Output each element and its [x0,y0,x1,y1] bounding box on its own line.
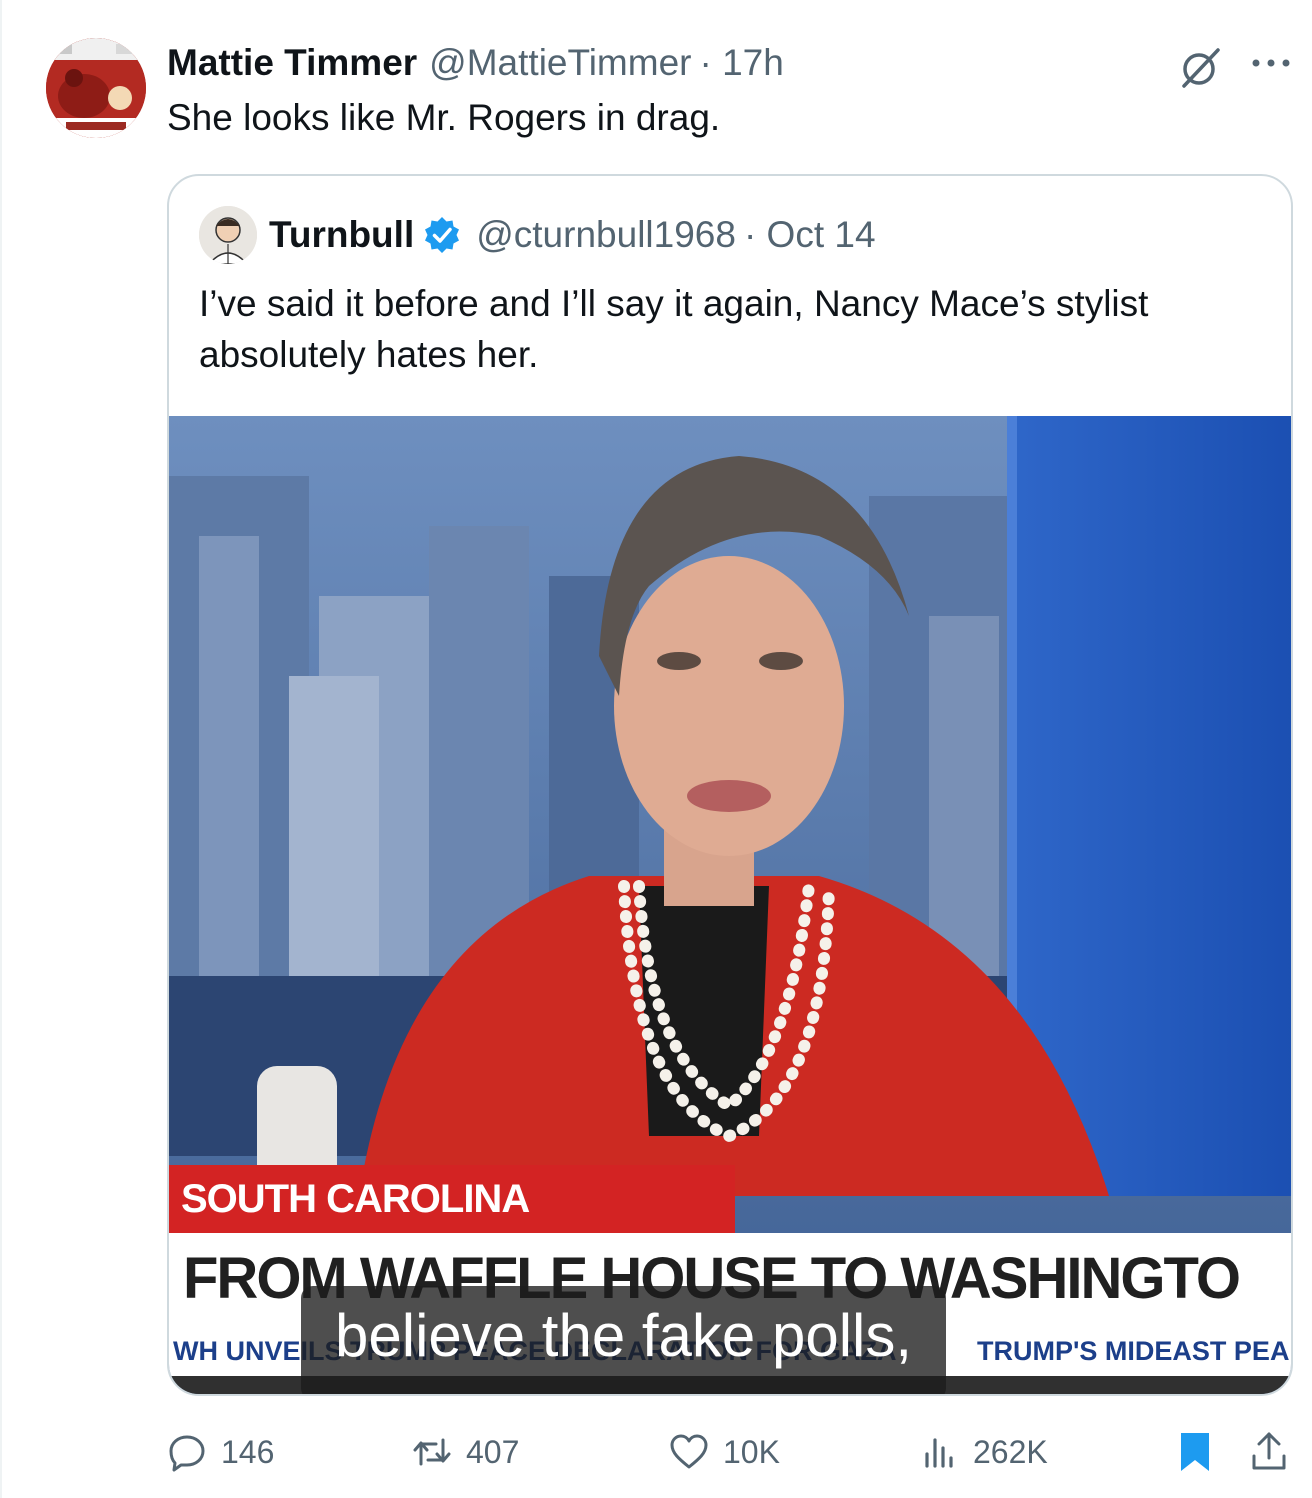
bookmark-button[interactable] [1175,1424,1215,1480]
quoted-tweet-text: I’ve said it before and I’ll say it agai… [199,283,1149,375]
author-avatar[interactable] [46,38,146,138]
grok-icon[interactable] [1178,44,1224,90]
quoted-author-handle[interactable]: @cturnbull1968 [476,214,736,256]
like-button[interactable]: 10K [669,1424,780,1480]
quoted-tweet-header: Turnbull @cturnbull1968 · Oct 14 [269,212,876,258]
views-button[interactable]: 262K [919,1424,1048,1480]
tweet-time[interactable]: · 17h [699,42,783,84]
author-handle[interactable]: @MattieTimmer [429,42,691,84]
tweet-actions: 146 407 10K 262K [167,1424,1307,1480]
reply-button[interactable]: 146 [167,1424,274,1480]
views-count: 262K [973,1433,1048,1470]
tweet-container: Mattie Timmer @MattieTimmer · 17h She lo… [0,0,1312,1498]
tweet-header: Mattie Timmer @MattieTimmer · 17h [167,40,784,86]
like-icon [670,1434,708,1469]
repost-count: 407 [466,1433,520,1470]
quoted-tweet-date[interactable]: · Oct 14 [744,214,876,256]
video-caption: believe the fake polls, [301,1286,947,1394]
views-icon [925,1438,953,1468]
ticker-right-text: TRUMP'S MIDEAST PEA [977,1336,1290,1366]
tweet-text: She looks like Mr. Rogers in drag. [167,97,721,138]
like-count: 10K [723,1433,780,1470]
repost-button[interactable]: 407 [412,1424,519,1480]
verified-badge-icon [425,217,460,253]
repost-icon [413,1438,451,1466]
bookmark-icon [1181,1433,1209,1471]
quoted-author-name[interactable]: Turnbull [269,214,414,256]
reply-icon [169,1435,205,1472]
quoted-tweet-video[interactable]: SOUTH CAROLINA SPOTLIGHT FROM WAFFLE HOU… [169,416,1291,1394]
share-button[interactable] [1249,1424,1289,1480]
quoted-tweet-card[interactable]: Turnbull @cturnbull1968 · Oct 14 I’ve sa… [167,174,1293,1396]
more-icon[interactable] [1248,48,1294,78]
author-name[interactable]: Mattie Timmer [167,42,417,84]
quoted-author-avatar[interactable] [199,206,257,264]
share-icon [1252,1432,1286,1470]
reply-count: 146 [221,1433,275,1470]
spotlight-label: SOUTH CAROLINA SPOTLIGHT [169,1165,735,1289]
